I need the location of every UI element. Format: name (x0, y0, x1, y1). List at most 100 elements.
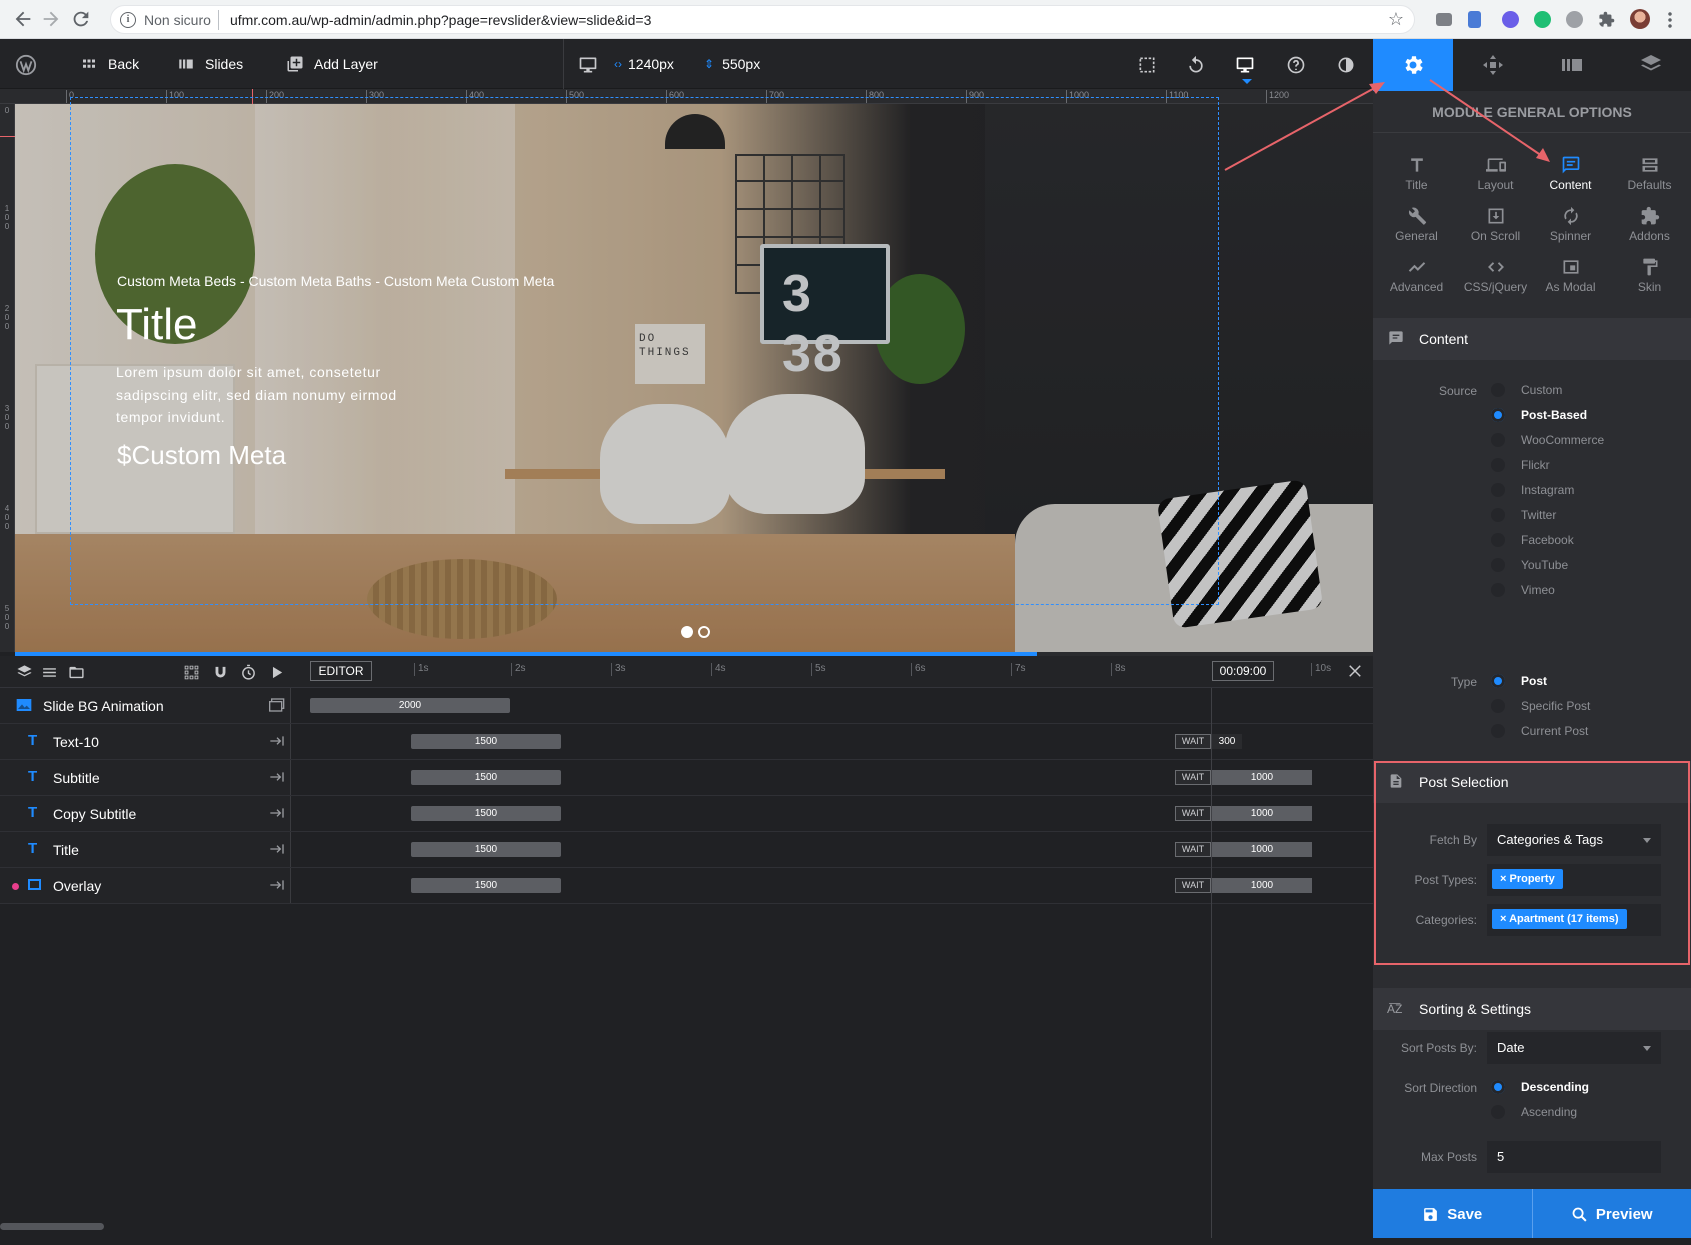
radio-source-custom[interactable]: Custom (1491, 380, 1562, 400)
option-skin[interactable]: Skin (1610, 249, 1689, 301)
purple-extension-icon[interactable] (1502, 11, 1519, 28)
tab-arrow-icon[interactable] (269, 734, 285, 748)
row-label[interactable]: Slide BG Animation (0, 688, 291, 723)
option-defaults[interactable]: Defaults (1610, 147, 1689, 199)
undo-icon[interactable] (1186, 55, 1206, 75)
url-text[interactable]: ufmr.com.au/wp-admin/admin.php?page=revs… (230, 12, 651, 28)
max-posts-input[interactable]: 5 (1487, 1141, 1661, 1173)
puzzle-extensions-icon[interactable] (1598, 11, 1615, 28)
option-spinner[interactable]: Spinner (1531, 198, 1610, 250)
row-label[interactable]: Overlay (0, 868, 291, 903)
radio-source-facebook[interactable]: Facebook (1491, 530, 1574, 550)
timeline-row[interactable]: T Subtitle 1500 WAIT 1000 (0, 760, 1373, 796)
tab-slide-settings[interactable] (1532, 39, 1612, 91)
timeline-row[interactable]: T Copy Subtitle 1500 WAIT 1000 (0, 796, 1373, 832)
bullet[interactable] (698, 626, 710, 638)
timer-icon[interactable] (240, 664, 257, 681)
grid-snap-icon[interactable] (183, 664, 200, 681)
horizontal-scrollbar[interactable] (0, 1223, 104, 1230)
back-button[interactable]: Back (80, 39, 139, 89)
wait-bar[interactable]: 1000 (1212, 842, 1312, 857)
slides-button[interactable]: Slides (177, 39, 243, 89)
forward-arrow-icon[interactable] (40, 8, 62, 30)
title-layer[interactable]: Title (116, 300, 198, 350)
radio-type-current-post[interactable]: Current Post (1491, 721, 1588, 741)
animation-bar[interactable]: 1500 (411, 734, 561, 749)
layers-icon[interactable] (16, 664, 33, 681)
profile-avatar[interactable] (1630, 9, 1650, 29)
tab-layer-settings[interactable] (1611, 39, 1691, 91)
bullet-active[interactable] (681, 626, 693, 638)
radio-ascending[interactable]: Ascending (1491, 1102, 1577, 1122)
desktop-icon[interactable] (578, 55, 598, 75)
row-label[interactable]: T Text-10 (0, 724, 291, 759)
option-addons[interactable]: Addons (1610, 198, 1689, 250)
preview-button[interactable]: Preview (1531, 1189, 1691, 1239)
folder-icon[interactable] (68, 664, 85, 681)
editor-mode-button[interactable]: EDITOR (310, 661, 372, 681)
timeline-row[interactable]: Overlay 1500 WAIT 1000 (0, 868, 1373, 904)
option-on-scroll[interactable]: On Scroll (1456, 198, 1535, 250)
option-as-modal[interactable]: As Modal (1531, 249, 1610, 301)
wait-bar[interactable]: 1000 (1212, 806, 1312, 821)
address-bar[interactable]: i Non sicuro ufmr.com.au/wp-admin/admin.… (110, 5, 1415, 34)
grammarly-extension-icon[interactable] (1534, 11, 1551, 28)
back-arrow-icon[interactable] (12, 8, 34, 30)
copy-subtitle-layer[interactable]: Lorem ipsum dolor sit amet, consetetur s… (116, 361, 446, 429)
radio-source-post-based[interactable]: Post-Based (1491, 405, 1587, 425)
wait-bar[interactable]: 1000 (1212, 878, 1312, 893)
timeline-playhead[interactable] (1211, 688, 1212, 1238)
timeline-row[interactable]: T Title 1500 WAIT 1000 (0, 832, 1373, 868)
radio-source-youtube[interactable]: YouTube (1491, 555, 1568, 575)
height-field[interactable]: ⇕ 550px (704, 39, 760, 89)
option-css-jquery[interactable]: CSS/jQuery (1456, 249, 1535, 301)
tab-navigation[interactable] (1453, 39, 1533, 91)
camera-extension-icon[interactable] (1436, 13, 1452, 26)
help-icon[interactable] (1286, 55, 1306, 75)
price-layer[interactable]: $Custom Meta (117, 440, 286, 470)
current-time-field[interactable]: 00:09:00 (1212, 661, 1274, 681)
width-field[interactable]: ‹› 1240px (614, 39, 674, 89)
radio-descending[interactable]: Descending (1491, 1077, 1589, 1097)
close-timeline-icon[interactable] (1346, 662, 1364, 680)
shield-extension-icon[interactable] (1468, 11, 1481, 28)
option-content[interactable]: Content (1531, 147, 1610, 199)
animation-bar[interactable]: 2000 (310, 698, 510, 713)
tab-module-settings[interactable] (1373, 39, 1453, 91)
option-layout[interactable]: Layout (1456, 147, 1535, 199)
row-label[interactable]: T Subtitle (0, 760, 291, 795)
list-icon[interactable] (41, 664, 58, 681)
contrast-icon[interactable] (1336, 55, 1356, 75)
wait-bar[interactable]: 1000 (1212, 770, 1312, 785)
radio-source-instagram[interactable]: Instagram (1491, 480, 1574, 500)
sorting-settings-header[interactable]: A͞Z Sorting & Settings (1373, 988, 1691, 1030)
tab-arrow-icon[interactable] (269, 770, 285, 784)
reload-icon[interactable] (70, 8, 92, 30)
radio-source-woocommerce[interactable]: WooCommerce (1491, 430, 1604, 450)
tab-arrow-icon[interactable] (269, 806, 285, 820)
row-label[interactable]: T Copy Subtitle (0, 796, 291, 831)
wordpress-logo-icon[interactable] (15, 54, 37, 76)
radio-source-vimeo[interactable]: Vimeo (1491, 580, 1555, 600)
gray-extension-icon[interactable] (1566, 11, 1583, 28)
save-button[interactable]: Save (1373, 1189, 1532, 1239)
bg-image-icon[interactable] (269, 698, 285, 712)
selection-icon[interactable] (1137, 55, 1157, 75)
sort-by-select[interactable]: Date (1487, 1032, 1661, 1064)
radio-source-twitter[interactable]: Twitter (1491, 505, 1556, 525)
animation-bar[interactable]: 1500 (411, 842, 561, 857)
add-layer-button[interactable]: Add Layer (286, 39, 378, 89)
timeline-row[interactable]: T Text-10 1500 WAIT 300 (0, 724, 1373, 760)
bookmark-star-icon[interactable]: ☆ (1388, 10, 1404, 28)
option-advanced[interactable]: Advanced (1377, 249, 1456, 301)
tab-arrow-icon[interactable] (269, 878, 285, 892)
animation-bar[interactable]: 1500 (411, 878, 561, 893)
wait-bar[interactable]: 300 (1212, 734, 1242, 749)
play-icon[interactable] (268, 664, 285, 681)
radio-type-post[interactable]: Post (1491, 671, 1547, 691)
radio-type-specific-post[interactable]: Specific Post (1491, 696, 1590, 716)
option-title[interactable]: Title (1377, 147, 1456, 199)
browser-menu-icon[interactable] (1668, 11, 1672, 28)
row-label[interactable]: T Title (0, 832, 291, 867)
animation-bar[interactable]: 1500 (411, 806, 561, 821)
